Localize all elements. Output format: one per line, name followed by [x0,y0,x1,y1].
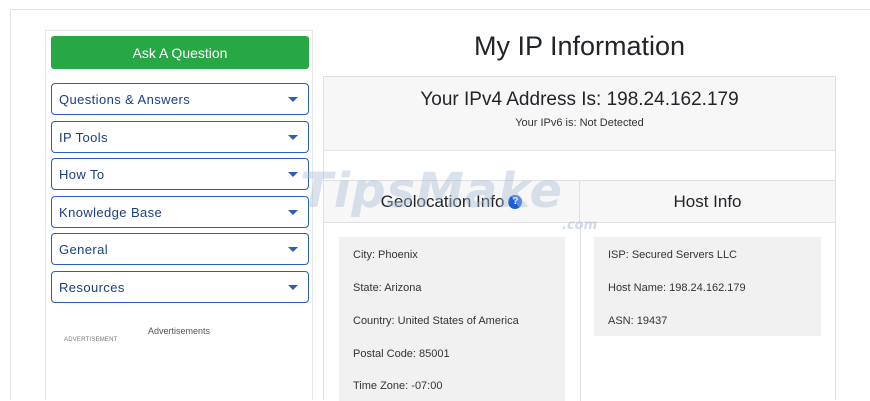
top-divider [10,9,870,10]
chevron-down-icon [288,246,298,252]
menu-label: How To [59,166,105,182]
menu-questions-answers[interactable]: Questions & Answers [51,83,309,115]
ads-label: Advertisements [147,326,211,336]
menu-label: Knowledge Base [59,204,163,220]
left-divider [10,9,11,400]
column-divider [580,223,581,401]
geo-time-zone: Time Zone: -07:00 [353,380,443,392]
chevron-down-icon [288,171,298,177]
menu-general[interactable]: General [51,233,309,265]
geolocation-list: City: Phoenix State: Arizona Country: Un… [339,237,565,401]
host-heading: Host Info [580,180,835,223]
host-title: Host Info [673,191,742,211]
menu-resources[interactable]: Resources [51,271,309,303]
host-asn: ASN: 19437 [608,315,668,327]
watermark-suffix: .com [562,218,598,233]
chevron-down-icon [288,209,298,215]
host-list: ISP: Secured Servers LLC Host Name: 198.… [594,237,821,336]
sidebar: Ask A Question Questions & Answers IP To… [45,30,313,400]
chevron-down-icon [288,284,298,290]
chevron-down-icon [288,134,298,140]
ask-question-button[interactable]: Ask A Question [51,36,309,69]
ipv4-address: Your IPv4 Address Is: 198.24.162.179 [420,89,739,110]
menu-label: IP Tools [59,129,108,145]
chevron-down-icon [288,96,298,102]
ip-info-card: Your IPv4 Address Is: 198.24.162.179 You… [323,76,836,401]
page-title: My IP Information [473,31,686,61]
ip-header: Your IPv4 Address Is: 198.24.162.179 You… [324,77,835,151]
geo-state: State: Arizona [353,282,422,294]
ipv6-address: Your IPv6 is: Not Detected [515,117,644,129]
host-name: Host Name: 198.24.162.179 [608,282,746,294]
geo-city: City: Phoenix [353,249,418,261]
menu-label: Resources [59,279,125,295]
menu-ip-tools[interactable]: IP Tools [51,121,309,153]
menu-knowledge-base[interactable]: Knowledge Base [51,196,309,228]
geo-country: Country: United States of America [353,315,519,327]
geo-postal-code: Postal Code: 85001 [353,348,450,360]
watermark: TipsMake [300,163,564,219]
ad-small-label: ADVERTISEMENT [64,337,118,343]
menu-label: Questions & Answers [59,91,191,107]
menu-label: General [59,241,109,257]
host-isp: ISP: Secured Servers LLC [608,249,738,261]
menu-how-to[interactable]: How To [51,158,309,190]
